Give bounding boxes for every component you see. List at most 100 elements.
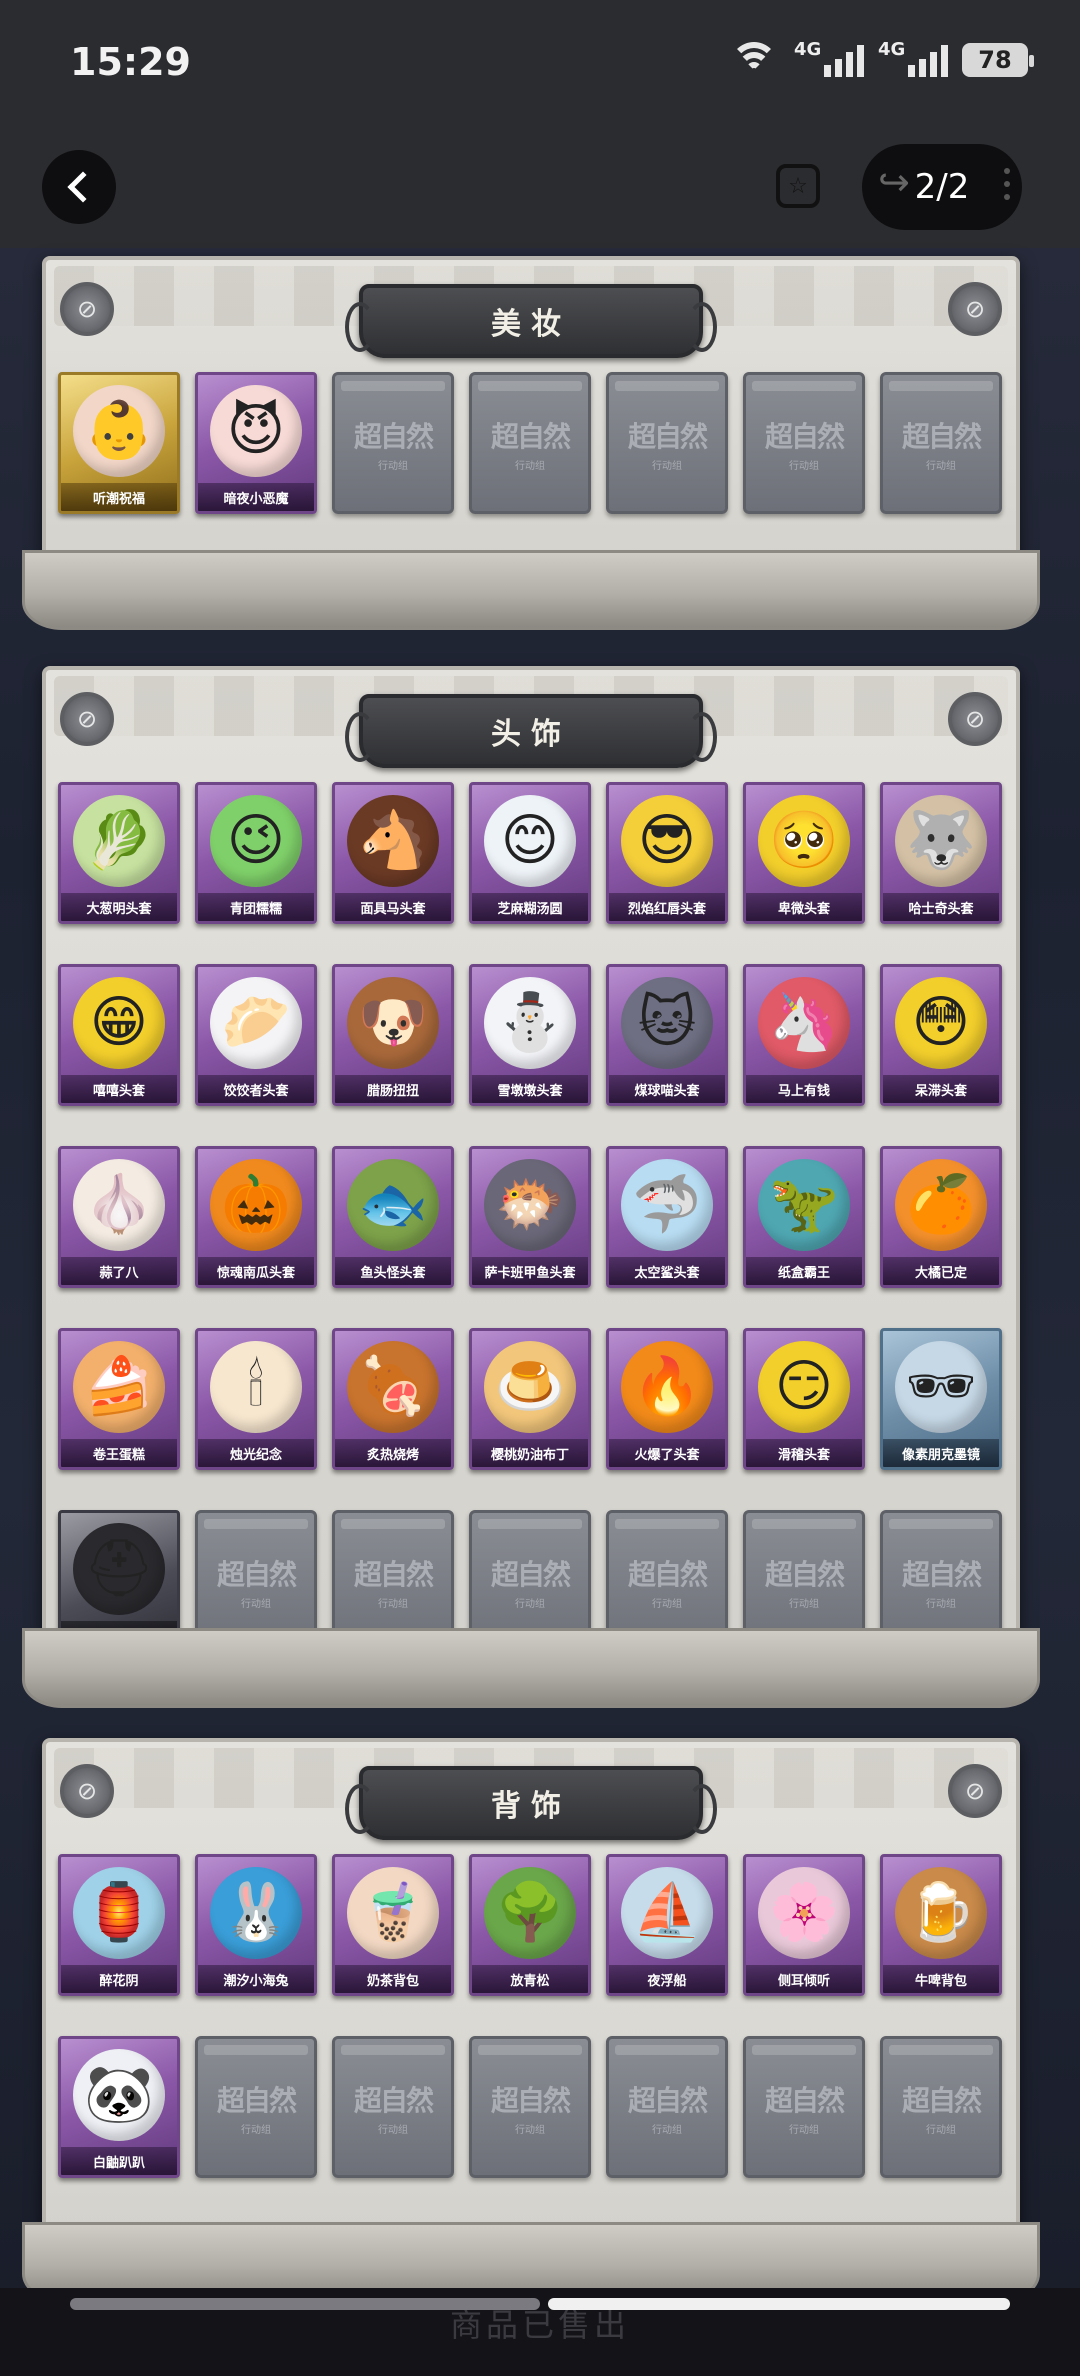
item-card[interactable]: 🏮 醉花阴 [58, 1854, 180, 1996]
empty-slot: 超自然 行动组 [606, 2036, 728, 2178]
headwear-grid: 🥬 大葱明头套 😉 青团糯糯 🐴 面具马头套 😊 芝麻糊汤圆 😎 烈焰红唇头套 🥺 卑微头套 🐺 哈士奇头… [58, 782, 1002, 1652]
item-card[interactable]: 🐱 煤球喵头套 [606, 964, 728, 1106]
item-card[interactable]: 🦈 太空鲨头套 [606, 1146, 728, 1288]
item-card[interactable]: 🕯 烛光纪念 [195, 1328, 317, 1470]
item-image: 🧄 [73, 1159, 165, 1251]
item-card[interactable]: 🍰 卷王蛋糕 [58, 1328, 180, 1470]
item-card[interactable]: 🍮 樱桃奶油布丁 [469, 1328, 591, 1470]
item-card[interactable]: 😏 滑稽头套 [743, 1328, 865, 1470]
item-card[interactable]: 🐴 面具马头套 [332, 782, 454, 924]
item-image: ⛄ [484, 977, 576, 1069]
item-label: 听潮祝福 [61, 483, 177, 511]
item-card[interactable]: 🍖 炙热烧烤 [332, 1328, 454, 1470]
item-card[interactable]: 😎 烈焰红唇头套 [606, 782, 728, 924]
item-card[interactable]: 🍺 牛啤背包 [880, 1854, 1002, 1996]
item-card[interactable]: 🦄 马上有钱 [743, 964, 865, 1106]
empty-slot: 超自然 行动组 [743, 372, 865, 514]
item-card[interactable]: 🦖 纸盒霸王 [743, 1146, 865, 1288]
corner-emblem-icon: ⊘ [948, 1764, 1002, 1818]
item-card[interactable]: 🌸 侧耳倾听 [743, 1854, 865, 1996]
watermark-logo: 超自然 [901, 2083, 982, 2117]
item-label: 萨卡班甲鱼头套 [472, 1257, 588, 1285]
item-label: 饺饺者头套 [198, 1075, 314, 1103]
item-image: 🧋 [347, 1867, 439, 1959]
item-card[interactable]: 👶 听潮祝福 [58, 372, 180, 514]
item-label: 醉花阴 [61, 1965, 177, 1993]
status-icons: 4G 4G 78 [728, 39, 1034, 80]
page-indicator: 2/2 [914, 167, 970, 207]
item-image: 🥺 [758, 795, 850, 887]
item-card[interactable]: 🐡 萨卡班甲鱼头套 [469, 1146, 591, 1288]
watermark-sub: 行动组 [652, 460, 682, 472]
wifi-icon [728, 40, 780, 80]
item-card[interactable]: ⛄ 雪墩墩头套 [469, 964, 591, 1106]
item-image: 🐰 [210, 1867, 302, 1959]
empty-slot: 超自然 行动组 [195, 2036, 317, 2178]
item-image: 🔥 [621, 1341, 713, 1433]
item-label: 哈士奇头套 [883, 893, 999, 921]
watermark-sub: 行动组 [378, 460, 408, 472]
item-label: 滑稽头套 [746, 1439, 862, 1467]
item-card[interactable]: 🔥 火爆了头套 [606, 1328, 728, 1470]
item-image: 🦈 [621, 1159, 713, 1251]
page-indicator-pill[interactable]: ↪ 2/2 [862, 144, 1022, 230]
watermark-logo: 超自然 [901, 1557, 982, 1591]
item-label: 雪墩墩头套 [472, 1075, 588, 1103]
item-image: 😉 [210, 795, 302, 887]
item-card[interactable]: 😉 青团糯糯 [195, 782, 317, 924]
item-label: 蒜了八 [61, 1257, 177, 1285]
watermark-sub: 行动组 [652, 2124, 682, 2136]
item-card[interactable]: 🐶 腊肠扭扭 [332, 964, 454, 1106]
corner-emblem-icon: ⊘ [60, 282, 114, 336]
item-card[interactable]: 🐰 潮汐小海兔 [195, 1854, 317, 1996]
item-card[interactable]: 😳 呆滞头套 [880, 964, 1002, 1106]
backwear-panel: ⊘ ⊘ 背饰 🏮 醉花阴 🐰 潮汐小海兔 🧋 奶茶背包 🌳 放青松 ⛵ 夜浮船 🌸 侧耳倾听 🍺 牛啤背包… [22, 1738, 1040, 2302]
item-image: 🐺 [895, 795, 987, 887]
empty-slot: 超自然 行动组 [332, 372, 454, 514]
item-image: 🦖 [758, 1159, 850, 1251]
favorite-button[interactable]: ☆ [770, 158, 826, 214]
item-card[interactable]: 🧄 蒜了八 [58, 1146, 180, 1288]
watermark-logo: 超自然 [764, 419, 845, 453]
item-card[interactable]: 🍊 大橘已定 [880, 1146, 1002, 1288]
item-card[interactable]: 🕶 像素朋克墨镜 [880, 1328, 1002, 1470]
item-card[interactable]: 🐼 白鼬趴趴 [58, 2036, 180, 2178]
empty-slot: 超自然 行动组 [743, 2036, 865, 2178]
makeup-grid: 👶 听潮祝福 😈 暗夜小恶魔 超自然 行动组 超自然 行动组 超自然 行动组 超自然 行动组 超自然 行动… [58, 372, 1002, 514]
back-button[interactable] [42, 150, 116, 224]
item-card[interactable]: 😊 芝麻糊汤圆 [469, 782, 591, 924]
item-card[interactable]: 😁 嘻嘻头套 [58, 964, 180, 1106]
item-card[interactable]: 🥺 卑微头套 [743, 782, 865, 924]
watermark-logo: 超自然 [353, 1557, 434, 1591]
item-card[interactable]: 🥟 饺饺者头套 [195, 964, 317, 1106]
item-label: 惊魂南瓜头套 [198, 1257, 314, 1285]
more-icon[interactable] [1004, 168, 1010, 200]
watermark-logo: 超自然 [764, 2083, 845, 2117]
watermark-logo: 超自然 [216, 1557, 297, 1591]
item-card[interactable]: 🎃 惊魂南瓜头套 [195, 1146, 317, 1288]
item-label: 潮汐小海兔 [198, 1965, 314, 1993]
item-image: 🐼 [73, 2049, 165, 2141]
item-card[interactable]: ⛵ 夜浮船 [606, 1854, 728, 1996]
star-folder-icon: ☆ [776, 164, 820, 208]
item-label: 烈焰红唇头套 [609, 893, 725, 921]
item-card[interactable]: 🐟 鱼头怪头套 [332, 1146, 454, 1288]
battery-level: 78 [978, 46, 1012, 74]
watermark-logo: 超自然 [490, 2083, 571, 2117]
watermark-logo: 超自然 [353, 2083, 434, 2117]
item-label: 樱桃奶油布丁 [472, 1439, 588, 1467]
watermark-sub: 行动组 [241, 1598, 271, 1610]
item-card[interactable]: 🥬 大葱明头套 [58, 782, 180, 924]
status-time: 15:29 [70, 40, 191, 84]
section-title-backwear: 背饰 [491, 1789, 571, 1824]
item-card[interactable]: 🧋 奶茶背包 [332, 1854, 454, 1996]
item-label: 嘻嘻头套 [61, 1075, 177, 1103]
item-card[interactable]: 🌳 放青松 [469, 1854, 591, 1996]
item-label: 大葱明头套 [61, 893, 177, 921]
item-card[interactable]: 😈 暗夜小恶魔 [195, 372, 317, 514]
item-image: 🐡 [484, 1159, 576, 1251]
watermark-logo: 超自然 [764, 1557, 845, 1591]
corner-emblem-icon: ⊘ [948, 282, 1002, 336]
item-card[interactable]: 🐺 哈士奇头套 [880, 782, 1002, 924]
item-label: 卷王蛋糕 [61, 1439, 177, 1467]
